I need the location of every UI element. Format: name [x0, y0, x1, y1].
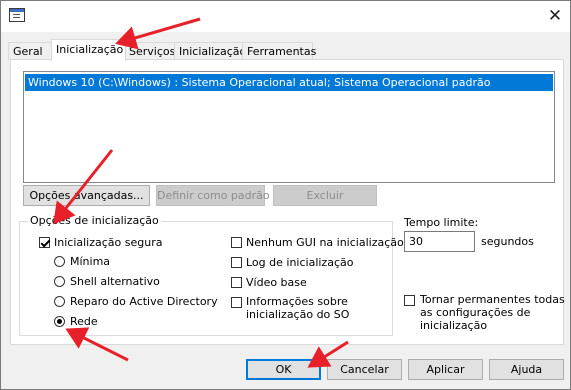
os-boot-info-checkbox[interactable] — [231, 297, 242, 308]
title-bar: ✕ — [1, 1, 570, 32]
radio-ad-repair[interactable] — [54, 296, 65, 307]
tab-servicos[interactable]: Serviços — [124, 42, 178, 60]
os-boot-info-label-line2[interactable]: inicialização do SO — [246, 308, 349, 321]
boot-log-checkbox[interactable] — [231, 257, 242, 268]
cancel-button[interactable]: Cancelar — [327, 359, 402, 380]
no-gui-boot-label[interactable]: Nenhum GUI na inicialização — [246, 236, 404, 249]
close-icon[interactable]: ✕ — [541, 3, 569, 29]
base-video-label[interactable]: Vídeo base — [246, 276, 307, 289]
os-boot-info-label-line1[interactable]: Informações sobre — [246, 295, 348, 308]
advanced-options-button[interactable]: Opções avançadas... — [23, 185, 150, 206]
base-video-checkbox[interactable] — [231, 277, 242, 288]
tab-inicializacao-startup[interactable]: Inicialização — [174, 42, 246, 60]
radio-alternate-shell-label[interactable]: Shell alternativo — [70, 275, 160, 288]
tab-geral[interactable]: Geral — [8, 42, 54, 60]
make-permanent-label-line3[interactable]: inicialização — [420, 319, 487, 332]
help-button[interactable]: Ajuda — [489, 359, 564, 380]
boot-tab-panel: Windows 10 (C:\Windows) : Sistema Operac… — [10, 59, 565, 345]
timeout-label: Tempo limite: — [404, 216, 479, 229]
radio-network-label[interactable]: Rede — [70, 315, 98, 328]
radio-minimal[interactable] — [54, 256, 65, 267]
ok-button[interactable]: OK — [246, 359, 321, 380]
delete-button[interactable]: Excluir — [273, 185, 377, 206]
apply-button[interactable]: Aplicar — [408, 359, 483, 380]
tab-ferramentas[interactable]: Ferramentas — [242, 42, 316, 60]
boot-entry-row[interactable]: Windows 10 (C:\Windows) : Sistema Operac… — [25, 74, 553, 91]
radio-ad-repair-label[interactable]: Reparo do Active Directory — [70, 295, 218, 308]
make-permanent-label-line2[interactable]: as configurações de — [420, 306, 530, 319]
radio-network[interactable] — [54, 316, 65, 327]
no-gui-boot-checkbox[interactable] — [231, 237, 242, 248]
system-configuration-window: ✕ Geral Inicialização Serviços Inicializ… — [0, 0, 571, 390]
boot-entries-list[interactable]: Windows 10 (C:\Windows) : Sistema Operac… — [23, 71, 555, 183]
make-permanent-checkbox[interactable] — [404, 295, 415, 306]
timeout-input[interactable]: 30 — [404, 231, 475, 252]
timeout-unit: segundos — [481, 235, 534, 248]
make-permanent-label-line1[interactable]: Tornar permanentes todas — [420, 293, 565, 306]
boot-options-title: Opções de inicialização — [28, 214, 161, 227]
radio-minimal-label[interactable]: Mínima — [70, 255, 110, 268]
tab-inicializacao-boot[interactable]: Inicialização — [51, 39, 126, 61]
system-config-icon — [9, 8, 25, 22]
boot-log-label[interactable]: Log de inicialização — [246, 256, 353, 269]
set-default-button[interactable]: Definir como padrão — [156, 185, 270, 206]
radio-alternate-shell[interactable] — [54, 276, 65, 287]
safe-boot-checkbox[interactable] — [39, 237, 50, 248]
safe-boot-label[interactable]: Inicialização segura — [54, 236, 162, 249]
